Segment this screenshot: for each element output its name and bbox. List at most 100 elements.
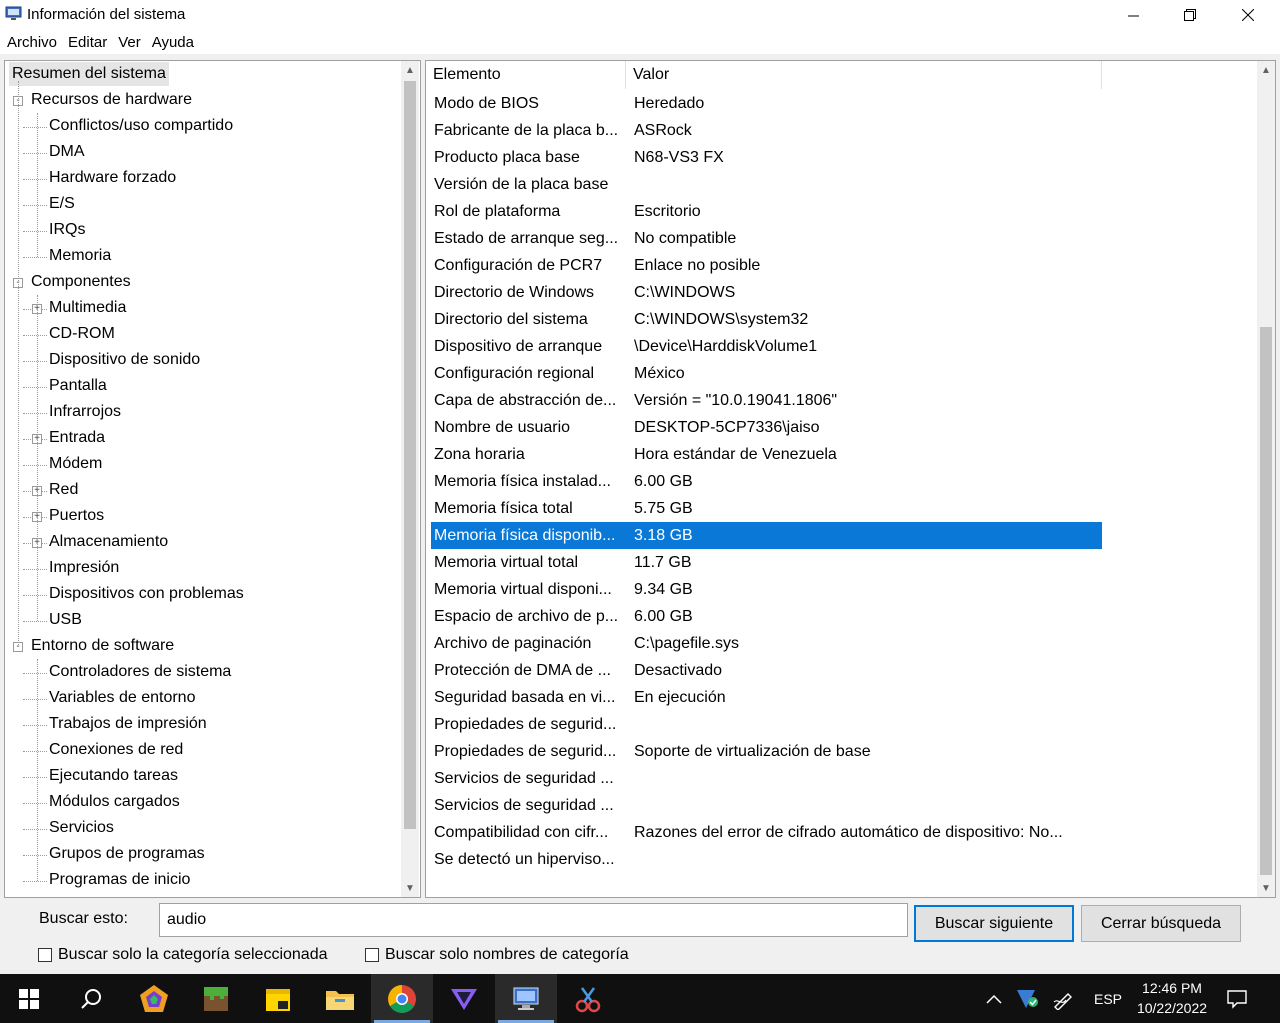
- menu-archivo[interactable]: Archivo: [7, 34, 57, 51]
- taskbar-app-sticky-notes[interactable]: [247, 974, 309, 1023]
- checkbox-box[interactable]: [365, 948, 379, 962]
- table-row[interactable]: Servicios de seguridad ...: [431, 765, 1102, 792]
- tree-item[interactable]: Entrada: [49, 426, 105, 450]
- tree-item[interactable]: Módulos cargados: [49, 790, 180, 814]
- tree-item[interactable]: Pantalla: [49, 374, 107, 398]
- tree-item[interactable]: Dispositivo de sonido: [49, 348, 200, 372]
- table-row[interactable]: Servicios de seguridad ...: [431, 792, 1102, 819]
- tree-item[interactable]: Programas de inicio: [49, 868, 190, 892]
- search-category-names-checkbox[interactable]: Buscar solo nombres de categoría: [365, 946, 629, 964]
- tree-item[interactable]: Controladores de sistema: [49, 660, 231, 684]
- category-tree[interactable]: Resumen del sistema Recursos de hardware -…: [4, 60, 421, 898]
- tree-item[interactable]: Variables de entorno: [49, 686, 195, 710]
- notifications-button[interactable]: [1226, 974, 1254, 1023]
- restore-button[interactable]: [1161, 0, 1219, 30]
- table-row[interactable]: Zona horaria Hora estándar de Venezuela: [431, 441, 1102, 468]
- details-list[interactable]: Elemento Valor Modo de BIOS Heredado Fabri…: [425, 60, 1276, 898]
- table-row[interactable]: Directorio de Windows C:\WINDOWS: [431, 279, 1102, 306]
- tree-scrollbar[interactable]: ▲ ▼: [401, 61, 419, 897]
- table-row[interactable]: Compatibilidad con cifr... Razones del er…: [431, 819, 1102, 846]
- close-search-button[interactable]: Cerrar búsqueda: [1081, 905, 1241, 942]
- tree-item[interactable]: Módem: [49, 452, 102, 476]
- table-row[interactable]: Fabricante de la placa b... ASRock: [431, 117, 1102, 144]
- table-row[interactable]: Rol de plataforma Escritorio: [431, 198, 1102, 225]
- list-scrollbar[interactable]: ▲ ▼: [1257, 61, 1275, 897]
- table-row[interactable]: Seguridad basada en vi... En ejecución: [431, 684, 1102, 711]
- tree-item[interactable]: Conflictos/uso compartido: [49, 114, 233, 138]
- start-button[interactable]: [0, 974, 58, 1023]
- list-scroll-thumb[interactable]: [1260, 327, 1272, 875]
- tree-item-hardware[interactable]: Recursos de hardware: [31, 88, 192, 112]
- tree-item[interactable]: Memoria: [49, 244, 111, 268]
- tree-item[interactable]: Red: [49, 478, 78, 502]
- scroll-down-arrow-icon[interactable]: ▼: [1257, 879, 1275, 897]
- tree-item-components[interactable]: Componentes: [31, 270, 131, 294]
- tree-item[interactable]: Ejecutando tareas: [49, 764, 178, 788]
- tree-item[interactable]: Impresión: [49, 556, 119, 580]
- tray-pen-workspace[interactable]: [1052, 974, 1080, 1023]
- tree-item[interactable]: Grupos de programas: [49, 842, 205, 866]
- menu-ayuda[interactable]: Ayuda: [152, 34, 194, 51]
- search-selected-category-checkbox[interactable]: Buscar solo la categoría seleccionada: [38, 946, 328, 964]
- menu-editar[interactable]: Editar: [68, 34, 107, 51]
- taskbar-clock[interactable]: 12:46 PM 10/22/2022: [1128, 978, 1216, 1018]
- tree-item-software[interactable]: Entorno de software: [31, 634, 174, 658]
- table-row[interactable]: Capa de abstracción de... Versión = "10.0…: [431, 387, 1102, 414]
- table-row[interactable]: Configuración de PCR7 Enlace no posible: [431, 252, 1102, 279]
- tree-item[interactable]: Conexiones de red: [49, 738, 183, 762]
- tree-item[interactable]: Almacenamiento: [49, 530, 168, 554]
- table-row[interactable]: Memoria física total 5.75 GB: [431, 495, 1102, 522]
- tree-item[interactable]: Infrarrojos: [49, 400, 121, 424]
- search-button[interactable]: [60, 974, 122, 1023]
- tree-item[interactable]: DMA: [49, 140, 85, 164]
- scroll-down-arrow-icon[interactable]: ▼: [401, 879, 419, 897]
- tree-scroll-thumb[interactable]: [404, 81, 416, 829]
- scroll-up-arrow-icon[interactable]: ▲: [401, 61, 419, 79]
- taskbar-app-file-explorer[interactable]: [309, 974, 371, 1023]
- table-row[interactable]: Memoria virtual disponi... 9.34 GB: [431, 576, 1102, 603]
- table-row[interactable]: Se detectó un hiperviso...: [431, 846, 1102, 873]
- taskbar-app-chrome[interactable]: [371, 974, 433, 1023]
- minimize-button[interactable]: [1104, 0, 1162, 30]
- table-row[interactable]: Memoria física instalad... 6.00 GB: [431, 468, 1102, 495]
- close-button[interactable]: [1219, 0, 1277, 30]
- tree-item[interactable]: USB: [49, 608, 82, 632]
- table-row[interactable]: Nombre de usuario DESKTOP-5CP7336\jaiso: [431, 414, 1102, 441]
- search-input[interactable]: [159, 903, 908, 937]
- taskbar-app-snipping[interactable]: [557, 974, 619, 1023]
- table-row[interactable]: Modo de BIOS Heredado: [431, 90, 1102, 117]
- find-next-button[interactable]: Buscar siguiente: [914, 905, 1074, 942]
- column-header-elemento[interactable]: Elemento: [426, 61, 626, 89]
- tree-item[interactable]: Servicios: [49, 816, 114, 840]
- tree-item[interactable]: Dispositivos con problemas: [49, 582, 244, 606]
- table-row[interactable]: Espacio de archivo de p... 6.00 GB: [431, 603, 1102, 630]
- table-row[interactable]: Propiedades de segurid... Soporte de virt…: [431, 738, 1102, 765]
- tray-vpn[interactable]: [1016, 974, 1044, 1023]
- taskbar-app-polygon[interactable]: [123, 974, 185, 1023]
- column-header-valor[interactable]: Valor: [626, 61, 1102, 89]
- tree-item[interactable]: Puertos: [49, 504, 104, 528]
- show-hidden-icons[interactable]: [986, 974, 1012, 1023]
- tree-item[interactable]: IRQs: [49, 218, 85, 242]
- table-row[interactable]: Protección de DMA de ... Desactivado: [431, 657, 1102, 684]
- tree-item[interactable]: E/S: [49, 192, 75, 216]
- tree-item[interactable]: CD-ROM: [49, 322, 115, 346]
- table-row[interactable]: Directorio del sistema C:\WINDOWS\system3…: [431, 306, 1102, 333]
- scroll-up-arrow-icon[interactable]: ▲: [1257, 61, 1275, 79]
- tree-item[interactable]: Hardware forzado: [49, 166, 176, 190]
- table-row[interactable]: Producto placa base N68-VS3 FX: [431, 144, 1102, 171]
- tree-item-system-summary[interactable]: Resumen del sistema: [9, 62, 169, 86]
- input-language[interactable]: ESP: [1094, 974, 1122, 1023]
- table-row[interactable]: Configuración regional México: [431, 360, 1102, 387]
- taskbar-app-system-info[interactable]: [495, 974, 557, 1023]
- table-row[interactable]: Memoria física disponib... 3.18 GB: [431, 522, 1102, 549]
- table-row[interactable]: Archivo de paginación C:\pagefile.sys: [431, 630, 1102, 657]
- menu-ver[interactable]: Ver: [118, 34, 141, 51]
- table-row[interactable]: Dispositivo de arranque \Device\HarddiskV…: [431, 333, 1102, 360]
- taskbar-app-vpn[interactable]: [433, 974, 495, 1023]
- table-row[interactable]: Memoria virtual total 11.7 GB: [431, 549, 1102, 576]
- tree-item[interactable]: Trabajos de impresión: [49, 712, 207, 736]
- table-row[interactable]: Versión de la placa base: [431, 171, 1102, 198]
- tree-item[interactable]: Multimedia: [49, 296, 126, 320]
- table-row[interactable]: Estado de arranque seg... No compatible: [431, 225, 1102, 252]
